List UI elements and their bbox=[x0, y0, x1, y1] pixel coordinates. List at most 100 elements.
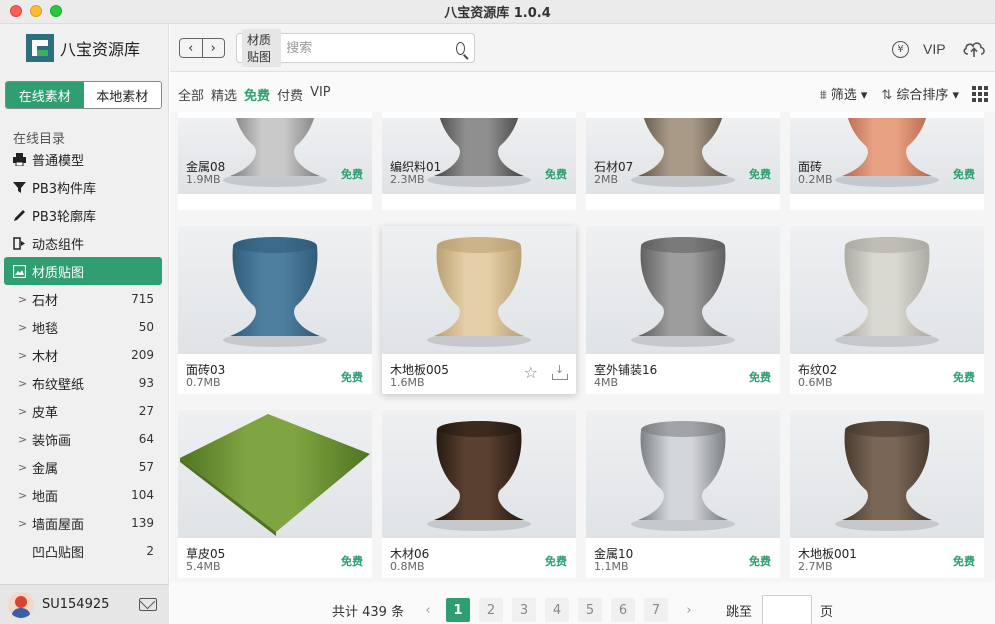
printer-icon bbox=[12, 152, 26, 166]
subcategory-count: 50 bbox=[138, 320, 154, 334]
material-thumbnail[interactable] bbox=[790, 226, 984, 354]
nav-item-pb3-profiles[interactable]: PB3轮廓库 bbox=[4, 201, 162, 229]
filter-tab-all[interactable]: 全部 bbox=[178, 85, 204, 104]
subcategory-metal[interactable]: > 金属 57 bbox=[4, 453, 162, 481]
material-card[interactable]: 木材06 0.8MB 免费 bbox=[382, 410, 576, 578]
page-1[interactable]: 1 bbox=[446, 598, 470, 622]
material-size: 1.1MB bbox=[594, 560, 629, 573]
image-icon bbox=[12, 264, 26, 278]
yen-icon[interactable]: ¥ bbox=[892, 41, 909, 58]
prev-page-button[interactable]: ‹ bbox=[416, 598, 440, 622]
material-card[interactable]: 石材07 2MB 免费 bbox=[586, 112, 780, 210]
nav-item-label: PB3轮廓库 bbox=[32, 209, 97, 225]
material-card[interactable]: 布纹02 0.6MB 免费 bbox=[790, 226, 984, 394]
material-thumbnail[interactable] bbox=[586, 410, 780, 538]
cloud-upload-icon[interactable] bbox=[962, 39, 986, 59]
material-card[interactable]: 金属08 1.9MB 免费 bbox=[178, 112, 372, 210]
filter-tab-free[interactable]: 免费 bbox=[244, 85, 270, 104]
filter-tab-paid[interactable]: 付费 bbox=[277, 85, 303, 104]
subcategory-bump-map[interactable]: 凹凸贴图 2 bbox=[4, 537, 162, 565]
material-card[interactable]: 室外铺装16 4MB 免费 bbox=[586, 226, 780, 394]
search-input[interactable] bbox=[286, 40, 457, 56]
subcategory-stone[interactable]: > 石材 715 bbox=[4, 285, 162, 313]
nav-item-material-textures[interactable]: 材质贴图 bbox=[4, 257, 162, 285]
vip-button[interactable]: VIP bbox=[923, 41, 946, 57]
mail-icon[interactable] bbox=[139, 598, 157, 611]
material-thumbnail[interactable] bbox=[178, 226, 372, 354]
search-box: 材质贴图 bbox=[236, 29, 475, 67]
filter-dropdown[interactable]: ⩩ 筛选 ▾ bbox=[820, 84, 868, 103]
nav-item-dynamic-components[interactable]: 动态组件 bbox=[4, 229, 162, 257]
material-thumbnail[interactable] bbox=[382, 226, 576, 354]
nav-item-pb3-components[interactable]: PB3构件库 bbox=[4, 173, 162, 201]
component-icon bbox=[12, 236, 26, 250]
material-card[interactable]: 面砖03 0.7MB 免费 bbox=[178, 226, 372, 394]
app-name: 八宝资源库 bbox=[60, 40, 141, 59]
subcategory-fabric-wallpaper[interactable]: > 布纹壁纸 93 bbox=[4, 369, 162, 397]
page-5[interactable]: 5 bbox=[578, 598, 602, 622]
page-4[interactable]: 4 bbox=[545, 598, 569, 622]
nav-item-label: PB3构件库 bbox=[32, 181, 97, 197]
material-size: 0.6MB bbox=[798, 376, 833, 389]
grid-view-icon[interactable] bbox=[972, 86, 988, 102]
page-6[interactable]: 6 bbox=[611, 598, 635, 622]
material-thumbnail[interactable] bbox=[382, 410, 576, 538]
free-badge: 免费 bbox=[341, 371, 363, 384]
avatar[interactable] bbox=[8, 591, 34, 618]
forward-button[interactable]: › bbox=[203, 39, 225, 57]
material-card[interactable]: 木地板001 2.7MB 免费 bbox=[790, 410, 984, 578]
filter-tab-featured[interactable]: 精选 bbox=[211, 85, 237, 104]
search-icon[interactable] bbox=[456, 41, 465, 55]
nav-item-label: 材质贴图 bbox=[32, 265, 85, 281]
sort-dropdown-label: 综合排序 bbox=[896, 88, 949, 103]
favorite-star-icon[interactable]: ☆ bbox=[524, 365, 538, 381]
jump-page-input[interactable] bbox=[762, 595, 812, 624]
subcategory-label: 木材 bbox=[32, 349, 59, 365]
chevron-right-icon: > bbox=[18, 488, 28, 502]
page-3[interactable]: 3 bbox=[512, 598, 536, 622]
material-thumbnail[interactable] bbox=[790, 410, 984, 538]
zoom-window-button[interactable] bbox=[50, 5, 62, 17]
free-badge: 免费 bbox=[953, 371, 975, 384]
free-badge: 免费 bbox=[341, 168, 363, 181]
nav-item-models[interactable]: 普通模型 bbox=[4, 145, 162, 173]
username[interactable]: SU154925 bbox=[42, 597, 139, 612]
card-actions: ☆ bbox=[524, 363, 568, 381]
app-logo: 八宝资源库 bbox=[26, 34, 140, 62]
material-card[interactable]: 木地板005 1.6MB ☆ bbox=[382, 226, 576, 394]
filter-tab-vip[interactable]: VIP bbox=[310, 85, 331, 104]
close-window-button[interactable] bbox=[10, 5, 22, 17]
minimize-window-button[interactable] bbox=[30, 5, 42, 17]
download-icon[interactable] bbox=[552, 363, 568, 380]
material-card[interactable]: 编织料01 2.3MB 免费 bbox=[382, 112, 576, 210]
pagination: 共计 439 条 ‹ 1 2 3 4 5 6 7 › 跳至 页 bbox=[170, 582, 995, 624]
page-7[interactable]: 7 bbox=[644, 598, 668, 622]
nav-item-label: 动态组件 bbox=[32, 237, 85, 253]
subcategory-wood[interactable]: > 木材 209 bbox=[4, 341, 162, 369]
search-scope-tag[interactable]: 材质贴图 bbox=[242, 29, 282, 67]
subcategory-wall-roof[interactable]: > 墙面屋面 139 bbox=[4, 509, 162, 537]
tab-online-assets[interactable]: 在线素材 bbox=[6, 82, 84, 108]
subcategory-decorative-painting[interactable]: > 装饰画 64 bbox=[4, 425, 162, 453]
subcategory-carpet[interactable]: > 地毯 50 bbox=[4, 313, 162, 341]
material-card[interactable]: 面砖 0.2MB 免费 bbox=[790, 112, 984, 210]
chevron-right-icon: > bbox=[18, 460, 28, 474]
page-2[interactable]: 2 bbox=[479, 598, 503, 622]
back-button[interactable]: ‹ bbox=[180, 39, 203, 57]
tab-local-assets[interactable]: 本地素材 bbox=[83, 82, 161, 108]
material-size: 0.7MB bbox=[186, 376, 221, 389]
subcategory-leather[interactable]: > 皮革 27 bbox=[4, 397, 162, 425]
page-unit-label: 页 bbox=[820, 605, 834, 620]
material-thumbnail[interactable] bbox=[586, 226, 780, 354]
next-page-button[interactable]: › bbox=[677, 598, 701, 622]
free-badge: 免费 bbox=[953, 555, 975, 568]
sort-dropdown[interactable]: ⇅ 综合排序 ▾ bbox=[881, 84, 959, 103]
material-card[interactable]: 金属10 1.1MB 免费 bbox=[586, 410, 780, 578]
source-tabs: 在线素材 本地素材 bbox=[5, 81, 162, 109]
material-thumbnail[interactable] bbox=[178, 410, 372, 538]
top-toolbar: ‹ › 材质贴图 ¥ VIP bbox=[170, 24, 995, 72]
material-card[interactable]: 草皮05 5.4MB 免费 bbox=[178, 410, 372, 578]
funnel-icon bbox=[12, 180, 26, 194]
free-badge: 免费 bbox=[545, 555, 567, 568]
subcategory-floor[interactable]: > 地面 104 bbox=[4, 481, 162, 509]
